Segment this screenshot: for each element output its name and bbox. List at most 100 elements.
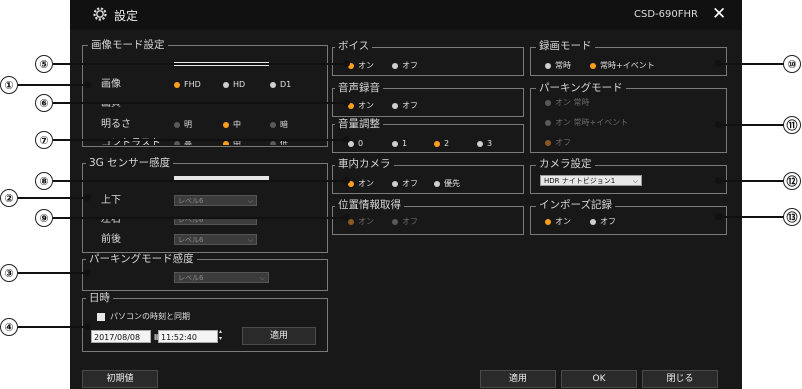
callout-7-dot (343, 136, 350, 143)
parking-sensitivity-select[interactable]: レベル6 ⌵ (174, 272, 269, 283)
callout-4-leader (18, 326, 86, 328)
updown-select[interactable]: レベル6 ⌵ (174, 195, 257, 206)
title-bar: 設定 CSD-690FHR ✕ (70, 0, 742, 30)
callout-2-leader (18, 197, 86, 199)
callout-13-leader (718, 216, 784, 218)
impose-off-option[interactable]: オフ (590, 217, 616, 227)
callout-5: ⑤ (35, 55, 53, 73)
callout-12-dot (715, 177, 722, 184)
callout-10-dot (715, 60, 722, 67)
voice-title: ボイス (335, 40, 373, 53)
time-input[interactable]: 11:52:40 (158, 330, 218, 343)
cabin-cam-on-option[interactable]: オン (348, 179, 374, 189)
radio-icon (223, 121, 229, 128)
gps-off-option[interactable]: オフ (392, 217, 418, 227)
date-input[interactable]: 2017/08/08 (91, 330, 151, 343)
callout-4: ④ (0, 318, 18, 336)
ok-button[interactable]: OK (561, 370, 637, 388)
callout-1: ① (0, 76, 18, 94)
callout-10: ⑩ (783, 55, 801, 73)
image-mode-group (82, 45, 328, 147)
parking-sensitivity-title: パーキングモード感度 (86, 253, 197, 266)
callout-8-leader (53, 180, 345, 182)
chevron-down-icon: ⌵ (247, 236, 253, 244)
radio-icon (270, 121, 276, 128)
callout-1-leader (18, 84, 86, 86)
frontback-select[interactable]: レベル6 ⌵ (174, 234, 257, 245)
radio-icon (590, 62, 596, 69)
updown-label: 上下 (101, 195, 121, 206)
radio-icon (270, 81, 276, 88)
image-d1-option[interactable]: D1 (270, 80, 291, 90)
gps-on-option[interactable]: オン (348, 217, 374, 227)
close-button[interactable]: 閉じる (642, 370, 718, 388)
window-title: 設定 (114, 9, 139, 23)
callout-9-leader (53, 217, 345, 219)
apply-button[interactable]: 適用 (480, 370, 556, 388)
radio-icon (174, 121, 180, 128)
parking-mode-title: パーキングモード (536, 82, 626, 95)
radio-icon (434, 180, 440, 187)
callout-3: ③ (0, 264, 18, 282)
time-stepper-icon[interactable]: ▴ ▾ (219, 328, 222, 342)
image-label: 画像 (101, 79, 121, 90)
cabin-cam-title: 車内カメラ (335, 158, 394, 171)
callout-11-dot (715, 121, 722, 128)
volume-2-option[interactable]: 2 (434, 139, 449, 149)
parking-off-option[interactable]: オフ (545, 138, 571, 148)
callout-4-dot (84, 323, 91, 330)
radio-icon (545, 119, 551, 126)
voice-off-option[interactable]: オフ (392, 61, 418, 71)
rec-mode-title: 録画モード (536, 40, 595, 53)
callout-2: ② (0, 189, 18, 207)
callout-12: ⑫ (783, 172, 801, 190)
sync-label: パソコンの時刻と同期 (110, 312, 190, 321)
callout-3-leader (18, 272, 86, 274)
camera-settings-select[interactable]: HDR ナイトビジョン1 ⌵ (540, 175, 642, 186)
g-sensor-title: 3G センサー感度 (86, 157, 174, 170)
brightness-mid-option[interactable]: 中 (223, 120, 241, 130)
radio-icon (392, 218, 398, 225)
volume-0-option[interactable]: 0 (348, 139, 363, 149)
datetime-title: 日時 (86, 292, 113, 305)
audio-rec-on-option[interactable]: オン (348, 101, 374, 111)
rec-mode-event-option[interactable]: 常時+イベント (590, 61, 655, 71)
sync-checkbox[interactable] (97, 313, 105, 321)
radio-icon (590, 218, 596, 225)
callout-13-dot (715, 213, 722, 220)
callout-5-leader (53, 63, 345, 65)
impose-on-option[interactable]: オン (545, 217, 571, 227)
callout-1-dot (84, 81, 91, 88)
radio-icon (545, 62, 551, 69)
callout-9: ⑨ (35, 209, 53, 227)
brightness-bright-option[interactable]: 明 (174, 120, 192, 130)
parking-always-option[interactable]: オン 常時 (545, 98, 590, 108)
callout-8-dot (343, 177, 350, 184)
close-icon[interactable]: ✕ (712, 5, 726, 23)
image-hd-option[interactable]: HD (223, 80, 245, 90)
callout-11: ⑪ (783, 116, 801, 134)
parking-event-option[interactable]: オン 常時+イベント (545, 118, 628, 128)
default-button[interactable]: 初期値 (82, 370, 158, 388)
callout-8: ⑧ (35, 172, 53, 190)
volume-1-option[interactable]: 1 (392, 139, 407, 149)
radio-icon (477, 140, 483, 147)
callout-5-dot (343, 60, 350, 67)
cabin-cam-priority-option[interactable]: 優先 (434, 179, 460, 189)
radio-icon (392, 140, 398, 147)
brightness-dark-option[interactable]: 暗 (270, 120, 288, 130)
volume-3-option[interactable]: 3 (477, 139, 492, 149)
chevron-down-icon: ⌵ (632, 177, 638, 185)
callout-6-leader (53, 102, 345, 104)
callout-6: ⑥ (35, 94, 53, 112)
datetime-apply-button[interactable]: 適用 (242, 327, 316, 345)
radio-icon (545, 139, 551, 146)
voice-on-option[interactable]: オン (348, 61, 374, 71)
callout-7-leader (53, 139, 345, 141)
cabin-cam-off-option[interactable]: オフ (392, 179, 418, 189)
image-fhd-option[interactable]: FHD (174, 80, 201, 90)
audio-rec-off-option[interactable]: オフ (392, 101, 418, 111)
callout-7: ⑦ (35, 131, 53, 149)
rec-mode-always-option[interactable]: 常時 (545, 61, 571, 71)
chevron-down-icon: ⌵ (259, 274, 265, 282)
